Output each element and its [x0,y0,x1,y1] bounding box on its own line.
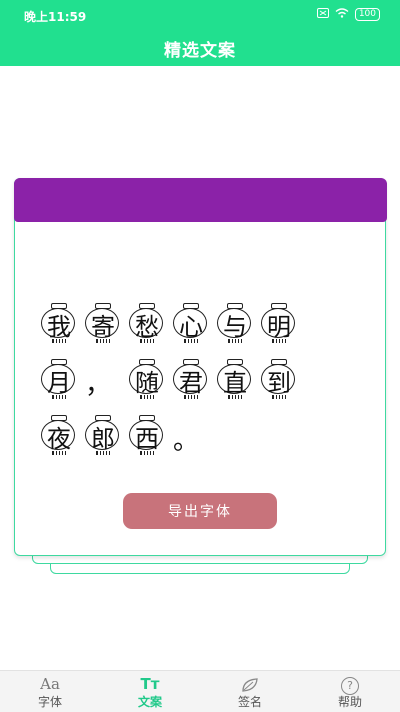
glyph-char: 君 [179,368,203,397]
card-header-bar [14,178,387,222]
glyph-tile: 到 [257,359,301,401]
status-icons: 100 [316,8,380,21]
copywriting-card[interactable]: 我寄愁心与明月 ， 随君直到夜郎西。 导出字体 [14,178,387,556]
glyph-char: 心 [179,312,203,341]
nav-tab-font[interactable]: Aa 字体 [0,671,100,712]
font-icon: Aa [40,675,60,693]
export-font-button[interactable]: 导出字体 [123,493,277,529]
glyph-tile: 夜 [37,415,81,457]
leaf-icon [200,674,300,694]
glyph-char: 明 [267,312,291,341]
glyph-char: 夜 [47,424,71,453]
sim-icon [316,8,329,21]
nav-label-copywriting: 文案 [137,695,162,709]
glyph-tile: 寄 [81,303,125,345]
wifi-icon [335,8,349,21]
punctuation-mark: ， [85,370,112,400]
help-icon-glyph: ? [341,677,359,695]
glyph-char: 西 [135,424,159,453]
glyph-tile: 随 [125,359,169,401]
glyph-tile: 与 [213,303,257,345]
help-icon: ? [300,674,400,695]
nav-label-help: 帮助 [337,695,362,709]
glyph-char: 月 [47,368,71,397]
glyph-char: 愁 [135,312,159,341]
glyph-char: 与 [223,312,247,341]
glyph-char: 郎 [91,424,115,453]
glyph-char: 到 [267,368,291,397]
glyph-tile: 我 [37,303,81,345]
glyph-tile: 郎 [81,415,125,457]
glyph-char: 随 [135,368,159,397]
font-preview-text: 我寄愁心与明月 ， 随君直到夜郎西。 [37,303,337,457]
glyph-char: 我 [47,312,71,341]
glyph-tile: 愁 [125,303,169,345]
glyph-tile: 直 [213,359,257,401]
glyph-tile: 心 [169,303,213,345]
glyph-tile: 西 [125,415,169,457]
page-title: 精选文案 [164,41,236,61]
nav-tab-signature[interactable]: 签名 [200,671,300,712]
glyph-tile: 月 [37,359,81,401]
nav-label-signature: 签名 [237,695,262,709]
nav-tab-help[interactable]: ? 帮助 [300,671,400,712]
status-time: 晚上11:59 [24,10,87,24]
app-header: 精选文案 [0,30,400,66]
glyph-char: 寄 [91,312,115,341]
battery-icon: 100 [354,8,380,21]
nav-label-font: 字体 [37,695,62,709]
glyph-tile: 君 [169,359,213,401]
glyph-char: 直 [223,368,247,397]
bottom-nav: Aa 字体 Tт 文案 签名 ? 帮助 [0,670,400,712]
glyph-tile: 明 [257,303,301,345]
text-icon: Tт [140,675,160,693]
nav-tab-copywriting[interactable]: Tт 文案 [100,671,200,712]
status-bar: 晚上11:59 100 [0,0,400,30]
punctuation-mark: 。 [173,426,200,456]
